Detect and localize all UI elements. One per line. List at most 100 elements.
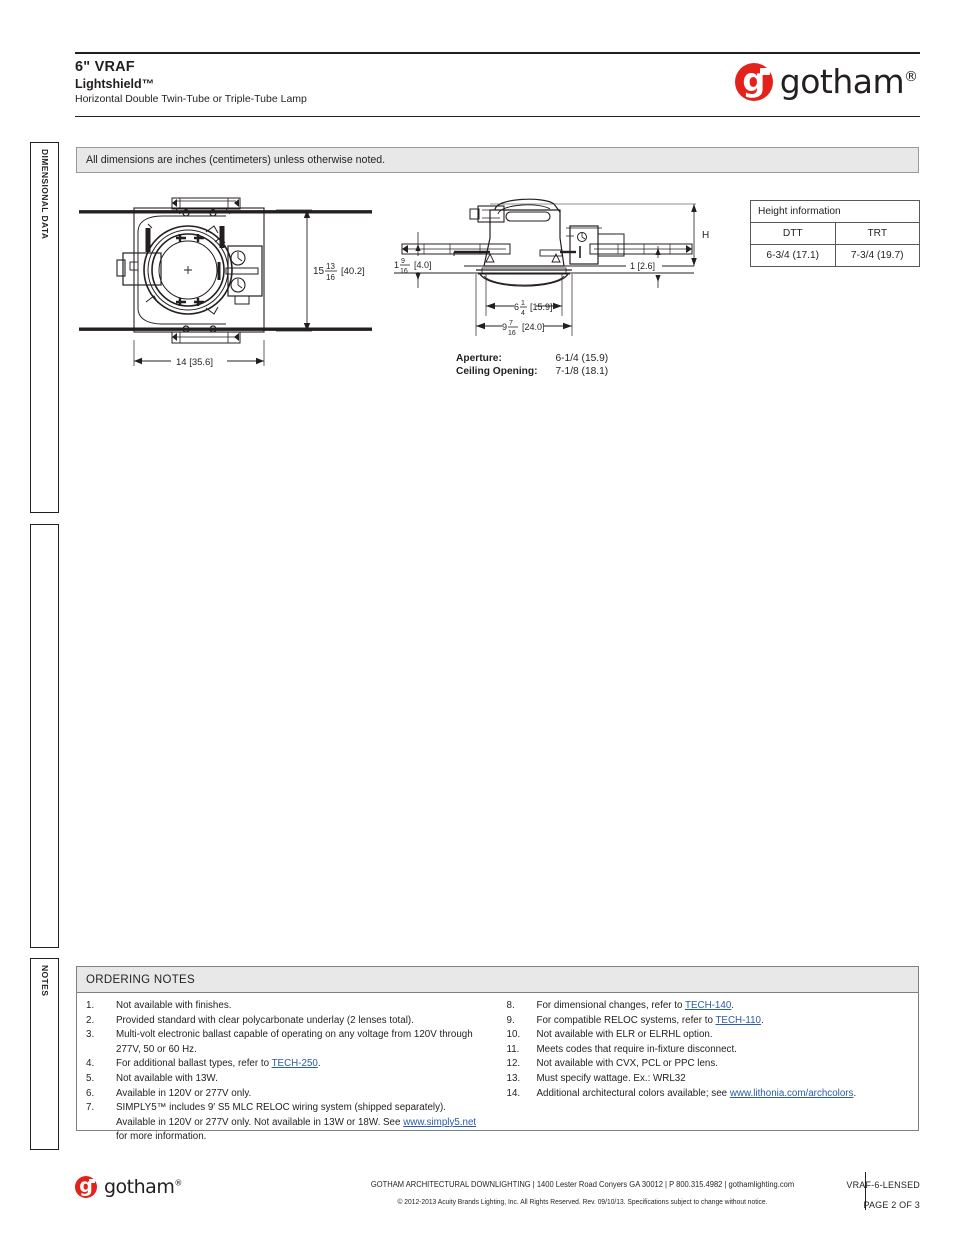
ordering-note-item: 2. Provided standard with clear polycarbo…: [86, 1014, 488, 1029]
plan-view-drawing: 15 13 16 [40.2] 14 [35.6]: [79, 197, 372, 368]
registered-mark: ®: [904, 69, 918, 85]
footer-registered-mark: ®: [174, 1178, 183, 1188]
ordering-note-text: Not available with finishes.: [116, 1000, 232, 1011]
svg-text:H: H: [702, 230, 709, 241]
ceiling-opening-value: 7-1/8 (18.1): [555, 365, 609, 377]
ordering-note-number: 13.: [506, 1072, 521, 1084]
ordering-note-text: Multi-volt electronic ballast capable of…: [116, 1029, 473, 1055]
ordering-note-text: Additional architectural colors availabl…: [536, 1087, 857, 1099]
page-subtitle: Lightshield™: [75, 77, 155, 91]
svg-text:[15.9]: [15.9]: [530, 302, 553, 312]
logo: g gotham®: [734, 60, 918, 101]
ordering-note-number: 4.: [86, 1058, 95, 1070]
ordering-note-link[interactable]: TECH-110: [715, 1015, 761, 1026]
ordering-notes-left-column: 1. Not available with finishes. 2. Provided…: [77, 999, 498, 1145]
footer-logo: g gotham®: [75, 1176, 182, 1198]
page-title: 6" VRAF: [75, 59, 135, 75]
ordering-note-item: 12. Not available with CVX, PCL or PPC le…: [507, 1057, 909, 1072]
ordering-note-link[interactable]: TECH-140: [685, 1000, 731, 1011]
page-header: 6" VRAF Lightshield™ Horizontal Double T…: [75, 52, 920, 117]
units-note-banner: All dimensions are inches (centimeters) …: [76, 147, 919, 173]
ordering-note-number: 12.: [506, 1058, 521, 1070]
ordering-note-number: 1.: [86, 1000, 95, 1011]
ceiling-opening-row: Ceiling Opening: 7-1/8 (18.1): [456, 366, 608, 379]
ordering-note-link[interactable]: TECH-250: [272, 1058, 318, 1069]
aperture-value: 6-1/4 (15.9): [555, 353, 609, 364]
svg-text:[24.0]: [24.0]: [522, 322, 545, 332]
footer-company-info: GOTHAM ARCHITECTURAL DOWNLIGHTING | 1400…: [360, 1175, 804, 1211]
ordering-note-item: 8. For dimensional changes, refer to TECH…: [507, 999, 909, 1014]
svg-text:14 [35.6]: 14 [35.6]: [176, 357, 213, 368]
ordering-note-number: 6.: [86, 1087, 95, 1099]
svg-text:9: 9: [502, 322, 507, 332]
logo-wordmark-text: gotham: [779, 62, 905, 101]
ordering-note-number: 9.: [506, 1014, 515, 1026]
ordering-note-item: 13. Must specify wattage. Ex.: WRL32: [507, 1072, 909, 1087]
gotham-logo-footer: g gotham®: [75, 1176, 182, 1198]
sidebar-tab-notes[interactable]: NOTES: [30, 958, 59, 1150]
svg-text:16: 16: [326, 273, 335, 282]
plan-height-dimension-label: 15 13 16 [40.2]: [313, 262, 365, 282]
ordering-note-text: For compatible RELOC systems, refer to T…: [536, 1014, 764, 1026]
ordering-note-text: Not available with ELR or ELRHL option.: [536, 1029, 713, 1041]
sidebar-tab-notes-label: NOTES: [39, 965, 50, 997]
ordering-note-number: 3.: [86, 1029, 95, 1041]
section-trim-thickness-label: 1 [2.6]: [626, 258, 662, 272]
section-plenum-dimension-label: 1 9 16 [4.0]: [394, 256, 464, 275]
ordering-note-item: 5. Not available with 13W.: [86, 1072, 488, 1087]
ordering-note-text: For dimensional changes, refer to TECH-1…: [536, 1000, 735, 1011]
ordering-note-text: Meets codes that require in-fixture disc…: [536, 1043, 737, 1055]
footer-address-line: GOTHAM ARCHITECTURAL DOWNLIGHTING | 1400…: [370, 1179, 795, 1189]
logo-mark-letter: g: [742, 60, 766, 99]
ceiling-opening-label: Ceiling Opening:: [456, 365, 538, 377]
ordering-note-link[interactable]: www.simply5.net: [403, 1117, 476, 1128]
height-table-header-trt: TRT: [834, 222, 920, 245]
ordering-note-text: Provided standard with clear polycarbona…: [116, 1014, 414, 1026]
page-footer: g gotham® GOTHAM ARCHITECTURAL DOWNLIGHT…: [75, 1170, 920, 1218]
ordering-note-number: 8.: [506, 1000, 515, 1011]
section-trim-width-dimension-label: 9 7 16 [24.0]: [502, 320, 545, 337]
svg-text:16: 16: [508, 330, 516, 337]
sidebar-tab-dimensional-data[interactable]: DIMENSIONAL DATA: [30, 142, 59, 513]
ordering-note-text: Not available with 13W.: [116, 1072, 218, 1084]
svg-text:7: 7: [509, 320, 513, 327]
svg-text:15: 15: [313, 266, 325, 277]
height-table-value-trt: 7-3/4 (19.7): [834, 244, 920, 267]
svg-text:16: 16: [400, 268, 408, 275]
ordering-note-number: 11.: [506, 1043, 520, 1055]
ordering-note-item: 11. Meets codes that require in-fixture d…: [507, 1043, 909, 1058]
ordering-notes-body: 1. Not available with finishes. 2. Provided…: [77, 993, 918, 1145]
ordering-note-item: 10. Not available with ELR or ELRHL optio…: [507, 1028, 909, 1043]
header-titles: 6" VRAF Lightshield™ Horizontal Double T…: [75, 59, 307, 106]
svg-text:1 [2.6]: 1 [2.6]: [630, 261, 655, 271]
gotham-logo-header: g gotham®: [734, 60, 918, 101]
footer-doc-code: VRAF-6-LENSED: [846, 1180, 920, 1190]
height-table-value-dtt: 6-3/4 (17.1): [750, 244, 836, 267]
aperture-label: Aperture:: [456, 353, 502, 364]
height-table-header-dtt: DTT: [750, 222, 836, 245]
plan-width-dimension-label: 14 [35.6]: [171, 354, 227, 368]
ordering-note-number: 10.: [506, 1029, 521, 1041]
section-overall-height-label: H: [702, 230, 709, 241]
ordering-note-text: Must specify wattage. Ex.: WRL32: [536, 1072, 686, 1084]
svg-text:[40.2]: [40.2]: [341, 266, 365, 277]
ordering-note-number: 7.: [86, 1102, 95, 1114]
ordering-note-item: 9. For compatible RELOC systems, refer to…: [507, 1014, 909, 1029]
footer-logo-wordmark-text: gotham: [104, 1176, 175, 1198]
ordering-note-number: 14.: [506, 1087, 521, 1099]
ordering-note-item: 3. Multi-volt electronic ballast capable …: [86, 1028, 488, 1057]
svg-text:1: 1: [394, 260, 399, 270]
svg-text:6: 6: [514, 302, 519, 312]
ordering-note-item: 4. For additional ballast types, refer to…: [86, 1057, 488, 1072]
aperture-info: Aperture: 6-1/4 (15.9) Ceiling Opening: …: [456, 353, 608, 378]
height-table-title-row: Height information: [750, 200, 920, 223]
ordering-note-text: Not available with CVX, PCL or PPC lens.: [536, 1058, 719, 1070]
svg-text:1: 1: [521, 300, 525, 307]
footer-logo-mark-letter: g: [79, 1174, 93, 1197]
sidebar-tab-blank[interactable]: [30, 524, 59, 948]
footer-page-number: PAGE 2 OF 3: [863, 1200, 920, 1210]
ordering-note-number: 5.: [86, 1072, 95, 1084]
section-aperture-dimension-label: 6 1 4 [15.9]: [514, 300, 553, 317]
ordering-note-link[interactable]: www.lithonia.com/archcolors: [730, 1088, 854, 1099]
svg-text:[4.0]: [4.0]: [414, 260, 432, 270]
